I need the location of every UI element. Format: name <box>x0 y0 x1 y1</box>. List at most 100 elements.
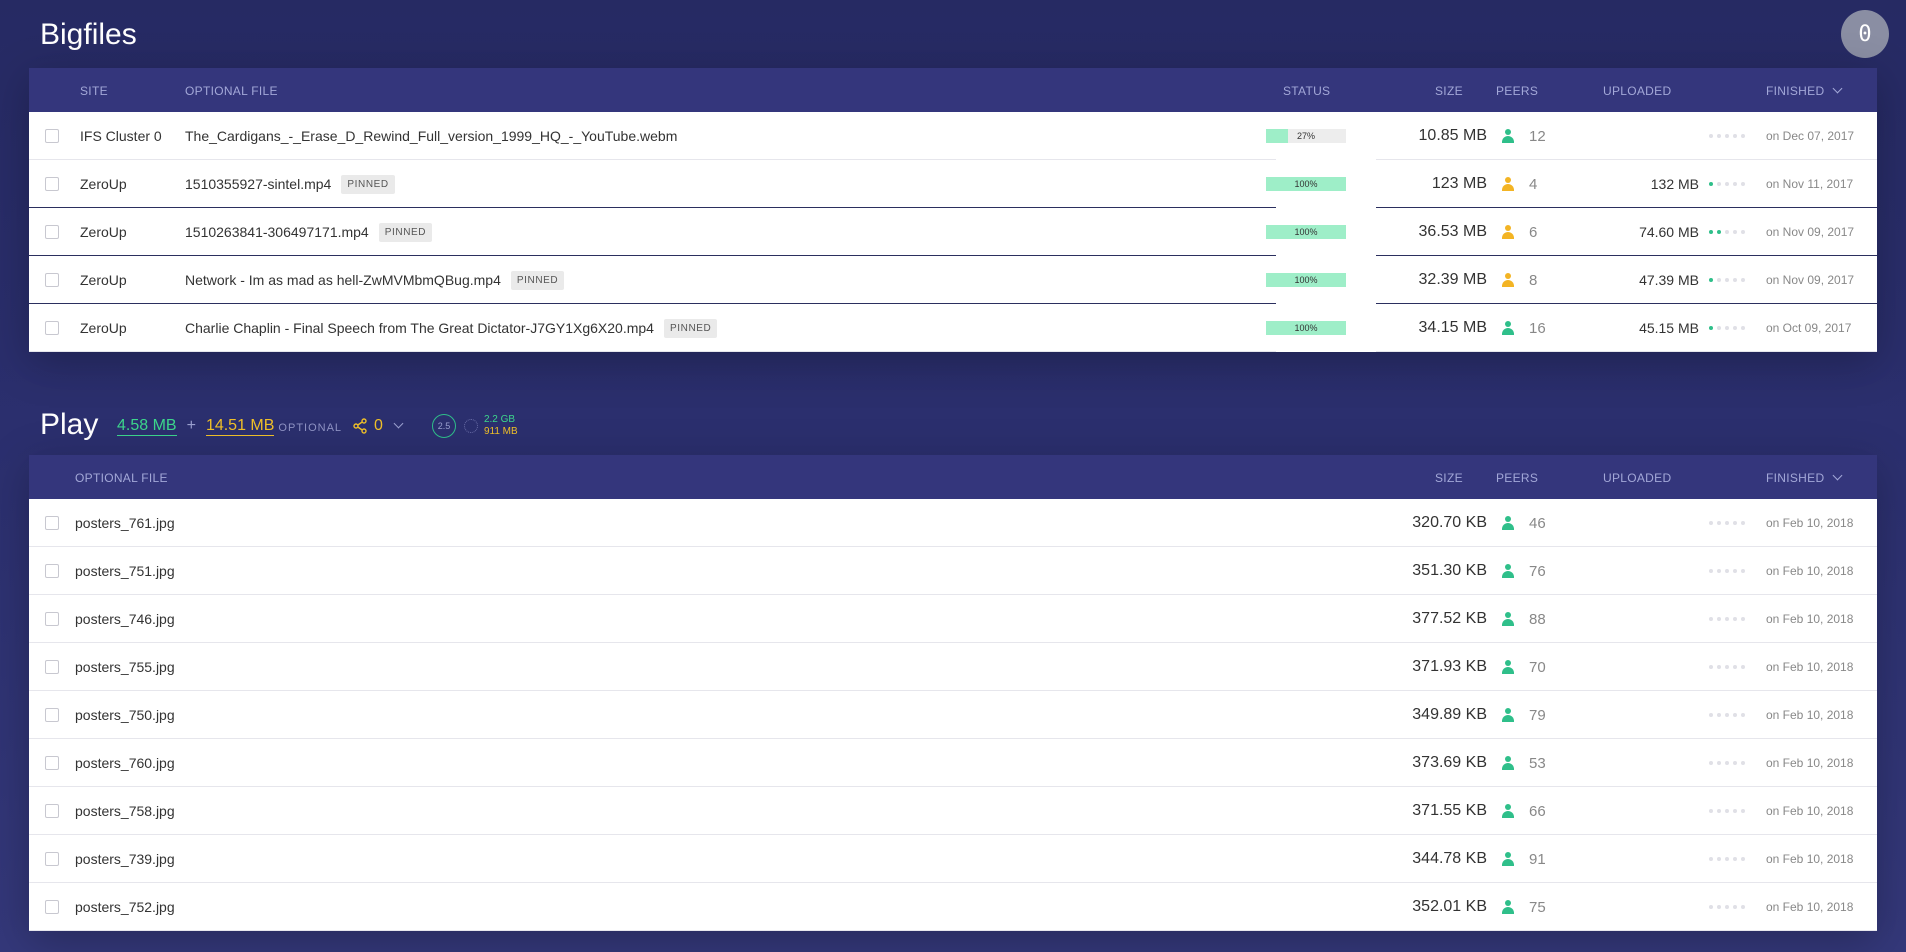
user-icon-head <box>1505 564 1511 570</box>
table-row[interactable]: posters_755.jpg 371.93 KB 70 on Feb 10, 201… <box>29 643 1877 691</box>
table-row[interactable]: posters_751.jpg 351.30 KB 76 on Feb 10, 201… <box>29 547 1877 595</box>
file-name[interactable]: posters_751.jpg <box>75 547 175 595</box>
table-row[interactable]: ZeroUp 1510263841-306497171.mp4 PINNED 100%… <box>29 208 1877 256</box>
uploaded-size: 45.15 MB <box>1639 320 1699 336</box>
user-icon <box>1501 177 1515 191</box>
file-name[interactable]: posters_755.jpg <box>75 643 175 691</box>
table-row[interactable]: posters_760.jpg 373.69 KB 53 on Feb 10, 201… <box>29 739 1877 787</box>
header-finished[interactable]: FINISHED <box>1766 470 1843 485</box>
optional-size[interactable]: 14.51 MB <box>205 417 275 436</box>
upload-rating-dot <box>1709 278 1713 282</box>
share-button[interactable]: 0 <box>352 417 404 435</box>
uploaded-cell: 47.39 MB <box>1569 256 1745 304</box>
user-icon-body <box>1502 232 1514 239</box>
file-name[interactable]: Charlie Chaplin - Final Speech from The … <box>185 320 654 336</box>
row-checkbox[interactable] <box>45 273 59 287</box>
header-finished-label: FINISHED <box>1766 471 1825 485</box>
row-checkbox[interactable] <box>45 321 59 335</box>
table-row[interactable]: ZeroUp 1510355927-sintel.mp4 PINNED 100% 123… <box>29 160 1877 208</box>
file-size: 373.69 KB <box>1412 754 1487 771</box>
header-site[interactable]: SITE <box>80 84 108 98</box>
file-name[interactable]: Network - Im as mad as hell-ZwMVMbmQBug.… <box>185 272 501 288</box>
file-name[interactable]: posters_739.jpg <box>75 835 175 883</box>
row-checkbox[interactable] <box>45 900 59 914</box>
table-row[interactable]: posters_739.jpg 344.78 KB 91 on Feb 10, 201… <box>29 835 1877 883</box>
pinned-badge: PINNED <box>341 174 395 194</box>
peers-cell: 4 <box>1501 160 1537 208</box>
header-uploaded[interactable]: UPLOADED <box>1603 471 1671 485</box>
chevron-down-icon[interactable] <box>1832 83 1843 94</box>
upload-rating-dot <box>1717 665 1721 669</box>
upload-rating-dot <box>1717 521 1721 525</box>
table-row[interactable]: ZeroUp Network - Im as mad as hell-ZwMVMb… <box>29 256 1877 304</box>
row-checkbox[interactable] <box>45 612 59 626</box>
upload-rating-dot <box>1709 617 1713 621</box>
file-name[interactable]: posters_750.jpg <box>75 691 175 739</box>
row-checkbox[interactable] <box>45 852 59 866</box>
upload-rating-dot <box>1709 665 1713 669</box>
peers-count: 88 <box>1529 610 1546 628</box>
file-name[interactable]: posters_752.jpg <box>75 883 175 931</box>
upload-rating-dot <box>1717 569 1721 573</box>
finished-date: on Dec 07, 2017 <box>1766 129 1855 143</box>
row-checkbox[interactable] <box>45 660 59 674</box>
upload-rating-dots <box>1709 713 1745 717</box>
header-optional-file[interactable]: OPTIONAL FILE <box>185 84 278 98</box>
row-checkbox-cell <box>45 691 59 739</box>
upload-rating-dot <box>1741 761 1745 765</box>
table-row[interactable]: ZeroUp Charlie Chaplin - Final Speech fro… <box>29 304 1877 352</box>
pinned-badge: PINNED <box>663 318 718 338</box>
header-optional-file[interactable]: OPTIONAL FILE <box>75 471 168 485</box>
row-checkbox[interactable] <box>45 756 59 770</box>
upload-rating-dot <box>1741 713 1745 717</box>
site-name[interactable]: ZeroUp <box>80 160 127 208</box>
row-checkbox[interactable] <box>45 516 59 530</box>
page: 0 Bigfiles SITE OPTIONAL FILE STATUS SIZ… <box>0 0 1906 952</box>
header-status[interactable]: STATUS <box>1283 84 1330 98</box>
row-checkbox[interactable] <box>45 129 59 143</box>
table-row[interactable]: IFS Cluster 0 The_Cardigans_-_Erase_D_Rew… <box>29 112 1877 160</box>
chevron-down-icon[interactable] <box>1832 470 1843 481</box>
header-size[interactable]: SIZE <box>1435 471 1463 485</box>
uploaded-cell <box>1569 835 1745 883</box>
file-name[interactable]: 1510355927-sintel.mp4 <box>185 176 331 192</box>
upload-rating-dots <box>1709 326 1745 330</box>
site-name[interactable]: IFS Cluster 0 <box>80 112 162 160</box>
header-uploaded[interactable]: UPLOADED <box>1603 84 1671 98</box>
table-row[interactable]: posters_761.jpg 320.70 KB 46 on Feb 10, 201… <box>29 499 1877 547</box>
user-icon <box>1501 564 1515 578</box>
chevron-down-icon[interactable] <box>393 418 404 428</box>
peers-cell: 66 <box>1501 787 1546 835</box>
upload-rating-dot <box>1725 713 1729 717</box>
row-checkbox[interactable] <box>45 177 59 191</box>
file-name[interactable]: posters_760.jpg <box>75 739 175 787</box>
site-name[interactable]: ZeroUp <box>80 208 127 256</box>
uploaded-size: 132 MB <box>1650 176 1699 192</box>
file-name[interactable]: posters_761.jpg <box>75 499 175 547</box>
file-name[interactable]: The_Cardigans_-_Erase_D_Rewind_Full_vers… <box>185 128 677 144</box>
downloaded-size[interactable]: 4.58 MB <box>117 417 177 436</box>
ring-indicator: 2.5 <box>431 414 456 438</box>
table-row[interactable]: posters_746.jpg 377.52 KB 88 on Feb 10, 201… <box>29 595 1877 643</box>
site-name[interactable]: ZeroUp <box>80 304 127 352</box>
notification-count-badge[interactable]: 0 <box>1841 10 1889 58</box>
row-checkbox[interactable] <box>45 804 59 818</box>
file-name[interactable]: posters_758.jpg <box>75 787 175 835</box>
row-checkbox[interactable] <box>45 708 59 722</box>
table-row[interactable]: posters_752.jpg 352.01 KB 75 on Feb 10, 201… <box>29 883 1877 931</box>
header-finished[interactable]: FINISHED <box>1766 83 1843 98</box>
site-name[interactable]: ZeroUp <box>80 256 127 304</box>
user-icon-head <box>1505 756 1511 762</box>
peers-count: 16 <box>1529 319 1546 337</box>
table-row[interactable]: posters_758.jpg 371.55 KB 66 on Feb 10, 201… <box>29 787 1877 835</box>
header-peers[interactable]: PEERS <box>1496 471 1538 485</box>
file-name[interactable]: 1510263841-306497171.mp4 <box>185 224 369 240</box>
header-peers[interactable]: PEERS <box>1496 84 1538 98</box>
row-checkbox[interactable] <box>45 225 59 239</box>
header-size[interactable]: SIZE <box>1435 84 1463 98</box>
row-checkbox[interactable] <box>45 564 59 578</box>
file-size: 36.53 MB <box>1418 223 1487 240</box>
file-name[interactable]: posters_746.jpg <box>75 595 175 643</box>
user-icon-body <box>1502 328 1514 335</box>
table-row[interactable]: posters_750.jpg 349.89 KB 79 on Feb 10, 201… <box>29 691 1877 739</box>
